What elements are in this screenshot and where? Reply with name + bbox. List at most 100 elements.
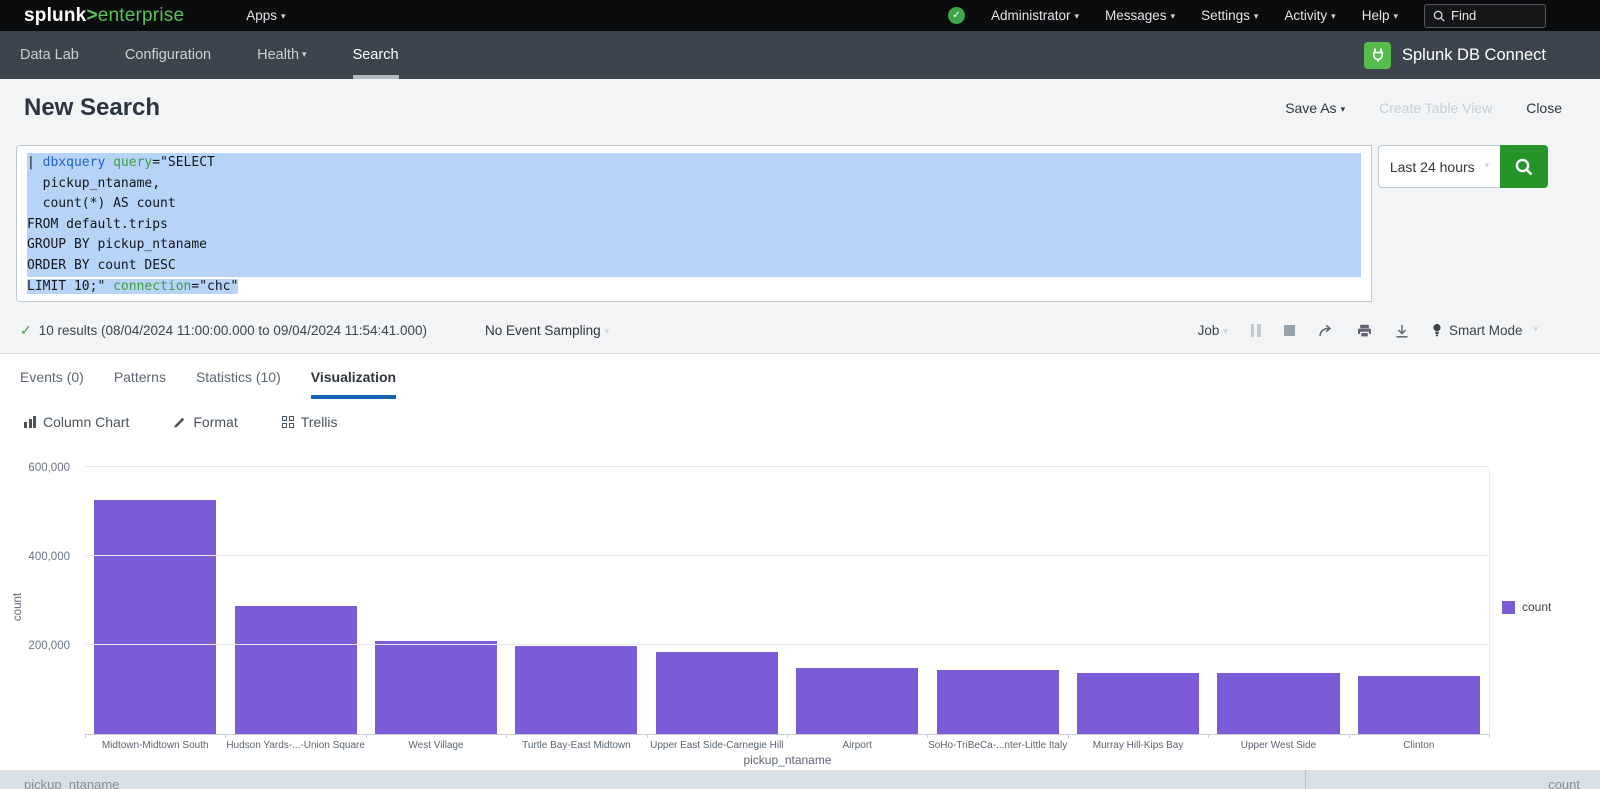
- search-icon: [1433, 10, 1445, 22]
- event-sampling-label: No Event Sampling: [485, 323, 601, 338]
- health-check-icon[interactable]: ✓: [948, 7, 965, 24]
- stop-icon[interactable]: [1284, 325, 1295, 336]
- tab-patterns[interactable]: Patterns: [114, 354, 166, 399]
- gridline: [85, 644, 1489, 645]
- query-line: | dbxquery query="SELECT: [27, 153, 1361, 174]
- viz-toolbar-column-chart[interactable]: Column Chart: [24, 414, 129, 430]
- job-menu[interactable]: Job▾: [1198, 323, 1228, 338]
- bar-upper-east-side-carnegie-hill[interactable]: [656, 652, 778, 734]
- x-tick-label: Upper East Side-Carnegie Hill: [647, 740, 787, 751]
- topbar-menu-messages[interactable]: Messages▾: [1105, 8, 1175, 23]
- bar-midtown-midtown-south[interactable]: [94, 500, 216, 734]
- axis-tick: [647, 734, 648, 738]
- share-icon[interactable]: [1318, 324, 1334, 338]
- page-title: New Search: [24, 94, 160, 122]
- topbar-menu-help[interactable]: Help▾: [1362, 8, 1398, 23]
- topbar-right: ✓ Administrator▾Messages▾Settings▾Activi…: [948, 4, 1600, 28]
- search-query-editor[interactable]: | dbxquery query="SELECT pickup_ntaname,…: [16, 145, 1372, 302]
- db-connect-app-icon[interactable]: [1364, 42, 1391, 69]
- topbar-menu-label: Administrator: [991, 8, 1071, 23]
- topbar-menu-administrator[interactable]: Administrator▾: [991, 8, 1079, 23]
- gridline: [85, 555, 1489, 556]
- chart-legend[interactable]: count: [1502, 600, 1551, 614]
- results-count-text: 10 results (08/04/2024 11:00:00.000 to 0…: [39, 323, 427, 338]
- search-mode-dropdown[interactable]: Smart Mode ▾: [1432, 323, 1538, 338]
- bar-turtle-bay-east-midtown[interactable]: [515, 646, 637, 734]
- viz-toolbar-trellis[interactable]: Trellis: [282, 414, 338, 430]
- results-bar: ✓ 10 results (08/04/2024 11:00:00.000 to…: [0, 308, 1600, 354]
- x-tick-label: Upper West Side: [1208, 740, 1348, 751]
- pause-icon[interactable]: [1251, 324, 1261, 337]
- appnav-item-search[interactable]: Search: [353, 31, 399, 79]
- bar-cell: [927, 468, 1067, 734]
- viz-toolbar-format[interactable]: Format: [173, 414, 237, 430]
- run-search-button[interactable]: [1500, 145, 1548, 188]
- query-line: LIMIT 10;" connection="chc": [27, 277, 1361, 298]
- x-tick-label: West Village: [366, 740, 506, 751]
- query-token: LIMIT 10;": [27, 279, 113, 294]
- bar-soho-tribeca-nter-little-italy[interactable]: [937, 670, 1059, 734]
- logo-brand: splunk: [24, 5, 86, 26]
- axis-tick: [1349, 734, 1350, 738]
- bar-cell: [787, 468, 927, 734]
- caret-down-icon: ▾: [302, 49, 307, 60]
- appnav-item-label: Data Lab: [20, 47, 79, 63]
- statistics-table-header: pickup_ntaname count: [0, 770, 1600, 789]
- x-tick-label: Midtown-Midtown South: [85, 740, 225, 751]
- axis-tick: [225, 734, 226, 738]
- bar-cell: [225, 468, 365, 734]
- query-selection: LIMIT 10;" connection="chc": [27, 279, 238, 294]
- bar-cell: [1068, 468, 1208, 734]
- query-line: FROM default.trips: [27, 215, 1361, 236]
- bar-airport[interactable]: [796, 668, 918, 734]
- results-tabs: Events (0) Patterns Statistics (10) Visuali…: [0, 354, 1600, 399]
- create-table-view-button[interactable]: Create Table View: [1379, 100, 1492, 116]
- page-header: New Search Save As▾ Create Table View Cl…: [0, 79, 1600, 137]
- topbar-menu-activity[interactable]: Activity▾: [1284, 8, 1335, 23]
- tab-statistics-10[interactable]: Statistics (10): [196, 354, 281, 399]
- find-input[interactable]: [1451, 8, 1531, 23]
- pencil-icon: [173, 416, 186, 429]
- plug-icon: [1370, 47, 1386, 63]
- appnav-item-label: Configuration: [125, 47, 211, 63]
- axis-tick: [787, 734, 788, 738]
- bar-west-village[interactable]: [375, 641, 497, 734]
- topbar-menu-label: Settings: [1201, 8, 1250, 23]
- page-header-actions: Save As▾ Create Table View Close: [1285, 100, 1562, 116]
- apps-menu[interactable]: Apps▾: [246, 8, 285, 23]
- query-token: count(*) AS count: [27, 196, 176, 211]
- find-searchbox[interactable]: [1424, 4, 1546, 28]
- bar-murray-hill-kips-bay[interactable]: [1077, 673, 1199, 734]
- tab-visualization[interactable]: Visualization: [311, 354, 396, 399]
- bar-cell: [1349, 468, 1489, 734]
- y-tick-label: 600,000: [28, 462, 70, 474]
- app-title[interactable]: Splunk DB Connect: [1402, 46, 1546, 65]
- save-as-button[interactable]: Save As▾: [1285, 100, 1345, 116]
- tab-events-0[interactable]: Events (0): [20, 354, 84, 399]
- export-icon[interactable]: [1395, 324, 1409, 338]
- x-axis-tick-labels: Midtown-Midtown SouthHudson Yards-...-Un…: [85, 740, 1489, 751]
- event-sampling-dropdown[interactable]: No Event Sampling▾: [485, 323, 609, 338]
- axis-tick: [85, 734, 86, 738]
- table-column-header[interactable]: pickup_ntaname: [24, 777, 119, 789]
- query-token: query: [113, 155, 152, 170]
- topbar-menu-settings[interactable]: Settings ▾: [1201, 8, 1258, 23]
- print-icon[interactable]: [1357, 324, 1372, 338]
- appnav-item-configuration[interactable]: Configuration: [125, 31, 211, 79]
- caret-down-icon: ▾: [1341, 104, 1346, 114]
- time-range-picker[interactable]: Last 24 hours▾: [1378, 145, 1500, 188]
- caret-down-icon: ▾: [1254, 11, 1259, 21]
- bar-hudson-yards-union-square[interactable]: [235, 606, 357, 734]
- query-token: |: [27, 155, 43, 170]
- appnav-item-data-lab[interactable]: Data Lab: [20, 31, 79, 79]
- splunk-logo[interactable]: splunk>enterprise: [24, 5, 184, 27]
- bar-clinton[interactable]: [1358, 676, 1480, 734]
- query-token: connection: [113, 279, 191, 294]
- close-button[interactable]: Close: [1526, 100, 1562, 116]
- appnav-item-health[interactable]: Health▾: [257, 31, 306, 79]
- table-column-header[interactable]: count: [1548, 777, 1580, 789]
- query-token: [105, 155, 113, 170]
- logo-caret: >: [86, 5, 97, 26]
- bar-upper-west-side[interactable]: [1217, 673, 1339, 734]
- caret-down-icon: ▾: [1331, 11, 1336, 21]
